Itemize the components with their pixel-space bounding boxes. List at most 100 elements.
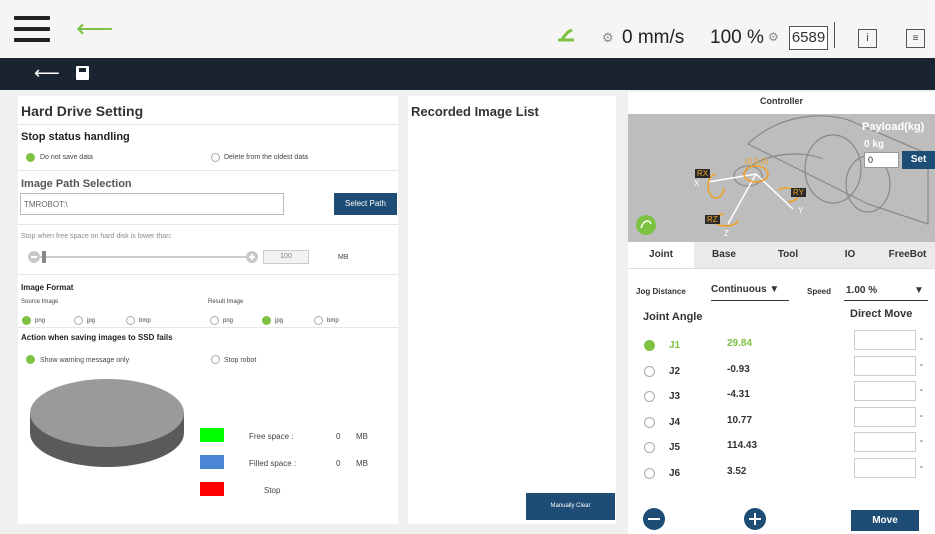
- speed-icon: ⚙: [602, 30, 614, 45]
- direct-move-input[interactable]: [854, 381, 916, 401]
- joint-angle-heading: Joint Angle: [643, 311, 703, 323]
- source-radio-bmp[interactable]: [126, 316, 135, 325]
- format-label: jpg: [275, 318, 284, 324]
- direct-move-input[interactable]: [854, 406, 916, 427]
- tab-joint[interactable]: Joint: [628, 242, 694, 268]
- filled-space-legend-value: 0: [336, 459, 341, 468]
- robot-illustration: [636, 115, 929, 235]
- select-path-button[interactable]: Select Path: [334, 193, 397, 215]
- z-label: Z: [724, 229, 729, 238]
- format-label: png: [223, 318, 234, 324]
- robot-status-icon: [558, 28, 574, 42]
- payload-label: Payload(kg): [862, 121, 925, 133]
- save-icon[interactable]: [76, 66, 89, 80]
- divider: [18, 224, 398, 225]
- recorded-image-title: Recorded Image List: [411, 104, 539, 119]
- image-path-heading: Image Path Selection: [21, 178, 132, 190]
- direct-move-input[interactable]: [854, 432, 916, 452]
- joint-name: J1: [669, 340, 681, 351]
- hamburger-menu-icon[interactable]: [14, 16, 50, 42]
- payload-input[interactable]: 0: [864, 152, 899, 168]
- source-radio-jpg[interactable]: [74, 316, 83, 325]
- joint-radio-j1[interactable]: [644, 340, 655, 351]
- tab-freebot[interactable]: FreeBot: [880, 242, 935, 268]
- source-radio-png[interactable]: [22, 316, 31, 325]
- degree-symbol: °: [920, 414, 923, 422]
- joint-value: 29.84: [727, 338, 753, 349]
- sub-toolbar: [0, 58, 935, 90]
- result-radio-jpg[interactable]: [262, 316, 271, 325]
- radio-do-not-save[interactable]: [26, 153, 35, 162]
- info-icon[interactable]: i: [858, 29, 877, 48]
- free-space-slider[interactable]: [40, 256, 246, 258]
- result-radio-png[interactable]: [210, 316, 219, 325]
- minus-button[interactable]: [28, 251, 40, 263]
- joint-radio-j4[interactable]: [644, 416, 655, 428]
- joint-value: -4.31: [727, 389, 750, 400]
- speed-percent: 100 %: [710, 27, 764, 48]
- radio-label: Delete from the oldest data: [224, 154, 309, 161]
- joint-radio-j2[interactable]: [644, 365, 655, 377]
- speed-label: Speed: [807, 287, 832, 296]
- direct-move-input[interactable]: [854, 355, 916, 376]
- move-button[interactable]: Move: [851, 510, 919, 531]
- filled-space-legend: Filled space :: [249, 459, 297, 468]
- y-label: Y: [798, 206, 804, 215]
- joint-value: 114.43: [727, 440, 758, 451]
- radio-label: Do not save data: [40, 154, 93, 161]
- speed-value: 1.00 %: [846, 285, 878, 296]
- plus-circle-button[interactable]: [744, 508, 766, 530]
- joint-radio-j6[interactable]: [644, 467, 655, 479]
- format-label: bmp: [327, 318, 339, 324]
- filled-space-swatch: [200, 455, 224, 469]
- direct-move-input[interactable]: [854, 330, 916, 350]
- radio-label: Show warning message only: [40, 357, 130, 364]
- robot-view: [628, 114, 935, 242]
- source-image-label: Source Image: [21, 299, 59, 305]
- tab-tool[interactable]: Tool: [758, 242, 818, 268]
- radio-stop-robot[interactable]: [211, 355, 220, 364]
- direct-move-heading: Direct Move: [850, 308, 913, 320]
- stop-legend: Stop: [264, 486, 281, 495]
- direct-move-input[interactable]: [854, 457, 916, 478]
- controller-title: Controller: [759, 96, 803, 106]
- payload-value: 0 kg: [864, 139, 885, 150]
- divider: [18, 327, 398, 328]
- tab-base[interactable]: Base: [694, 242, 754, 268]
- recorded-image-panel: [408, 96, 616, 524]
- speed-select[interactable]: 1.00 % ▼: [844, 284, 928, 301]
- jog-distance-select[interactable]: Continuous ▼: [711, 284, 789, 301]
- chevron-down-icon: ▼: [914, 285, 924, 296]
- radio-delete-oldest[interactable]: [211, 153, 220, 162]
- result-radio-bmp[interactable]: [314, 316, 323, 325]
- radio-show-warning[interactable]: [26, 355, 35, 364]
- tab-io[interactable]: IO: [820, 242, 880, 268]
- image-path-value: TMROBOT:\: [24, 200, 68, 209]
- x-label: X: [694, 179, 700, 188]
- set-button[interactable]: Set: [902, 151, 935, 169]
- plus-button[interactable]: [246, 251, 258, 263]
- image-path-input[interactable]: TMROBOT:\: [20, 193, 284, 215]
- ry-label: RY: [791, 188, 806, 197]
- manually-clear-button[interactable]: Manually Clear: [526, 493, 615, 520]
- image-format-heading: Image Format: [21, 283, 74, 292]
- rx-label: RX: [695, 169, 711, 178]
- degree-symbol: °: [920, 440, 923, 447]
- stop-swatch: [200, 482, 224, 496]
- log-icon[interactable]: ≡: [906, 29, 925, 48]
- joint-name: J4: [669, 416, 681, 428]
- joint-name: J2: [669, 365, 681, 377]
- joint-radio-j3[interactable]: [644, 391, 655, 402]
- joint-value: 10.77: [727, 414, 753, 426]
- back-arrow-icon[interactable]: ⟵: [76, 14, 113, 42]
- free-space-legend: Free space :: [249, 432, 294, 441]
- slider-thumb[interactable]: [42, 251, 46, 263]
- joint-radio-j5[interactable]: [644, 442, 655, 453]
- free-space-input[interactable]: 100: [263, 250, 309, 264]
- free-space-legend-unit: MB: [356, 432, 368, 441]
- minus-circle-button[interactable]: [643, 508, 665, 530]
- stop-status-heading: Stop status handling: [21, 131, 130, 143]
- back-arrow-icon[interactable]: ⟵: [34, 63, 60, 84]
- free-space-swatch: [200, 428, 224, 442]
- format-label: bmp: [139, 318, 151, 324]
